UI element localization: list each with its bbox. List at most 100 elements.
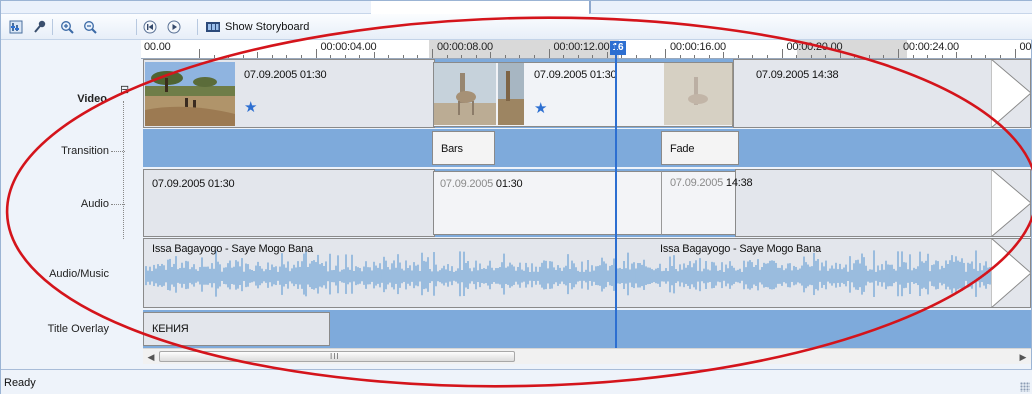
storyboard-icon [206, 22, 220, 32]
timeline-toolbar: Show Storyboard [1, 14, 1032, 40]
ruler-tick [577, 55, 579, 58]
track-end-arrow-icon [991, 169, 1031, 237]
clip-thumbnail [664, 63, 734, 125]
clip-thumbnail [498, 63, 524, 125]
rewind-icon [143, 20, 157, 34]
ruler-tick-label: 00:00:28.00 [1019, 41, 1032, 53]
audio-track[interactable]: 07.09.2005 01:30 07.09.2005 01:30 07.09.… [143, 169, 1031, 237]
audio-music-track[interactable]: Issa Bagayogo - Saye Mogo Bana Issa Baga… [143, 238, 1031, 308]
transition-clip-bars[interactable]: Bars [432, 131, 495, 165]
clip-thumbnail [434, 63, 496, 125]
title-overlay-track[interactable]: КЕНИЯ [143, 310, 1031, 348]
ruler-tick [563, 55, 565, 58]
transition-label: Fade [670, 143, 695, 155]
ruler-tick [315, 49, 317, 58]
transition-clip-fade[interactable]: Fade [661, 131, 739, 165]
scroll-right-icon[interactable]: ▶ [1015, 349, 1031, 365]
top-panel-left [1, 1, 371, 14]
ruler-tick [839, 52, 841, 58]
ruler-tick [402, 55, 404, 58]
narrate-timeline-button[interactable] [31, 18, 49, 36]
time-ruler[interactable]: 00.00 00:00:04.00 00:00:08.00 00:00:12.00 00… [141, 40, 1032, 59]
ruler-tick [548, 49, 550, 58]
ruler-tick [359, 55, 361, 58]
video-clip[interactable]: 07.09.2005 01:30 ★ [143, 59, 435, 128]
music-clip[interactable]: Issa Bagayogo - Saye Mogo Bana Issa Baga… [143, 238, 1031, 308]
ruler-tick [257, 52, 259, 58]
video-track[interactable]: 07.09.2005 01:30 ★ 07.09.2005 01:30 ★ 07… [143, 59, 1031, 128]
audio-clip-date-faint: 07.09.2005 [440, 178, 494, 190]
clip-thumbnail [145, 62, 235, 126]
ruler-tick [432, 49, 433, 58]
status-text: Ready [4, 377, 36, 389]
ruler-tick [635, 55, 637, 58]
ruler-tick [737, 55, 739, 58]
effect-star-icon: ★ [534, 100, 548, 117]
resize-grip-icon[interactable] [1020, 382, 1030, 392]
ruler-tick [825, 55, 827, 58]
ruler-tick-label: 00:00:16.00 [670, 41, 726, 53]
audio-clip[interactable] [735, 169, 1031, 237]
ruler-tick [985, 55, 987, 58]
title-overlay-clip[interactable]: КЕНИЯ [143, 312, 330, 346]
track-label-transition[interactable]: Transition [61, 145, 109, 157]
set-audio-levels-button[interactable] [7, 18, 25, 36]
toolbar-separator [197, 19, 198, 35]
video-clip[interactable]: 07.09.2005 14:38 [733, 59, 1031, 128]
collapse-video-icon[interactable]: ⊟ [120, 85, 129, 96]
ruler-tick [752, 55, 754, 58]
audio-clip[interactable]: 07.09.2005 01:30 [143, 169, 435, 237]
scrollbar-thumb[interactable]: III [159, 351, 515, 362]
ruler-tick [723, 52, 725, 58]
ruler-tick [504, 55, 506, 58]
timeline-horizontal-scrollbar[interactable]: ◀ III ▶ [143, 348, 1031, 364]
tree-line [123, 101, 124, 239]
track-label-title-overlay[interactable]: Title Overlay [48, 323, 109, 335]
ruler-tick [286, 55, 288, 58]
ruler-tick [970, 55, 972, 58]
track-label-audio-music[interactable]: Audio/Music [49, 268, 109, 280]
show-storyboard-button[interactable] [204, 18, 222, 36]
audio-clip-date: 07.09.2005 01:30 [152, 178, 235, 190]
play-timeline-button[interactable] [165, 18, 183, 36]
ruler-tick [519, 55, 521, 58]
track-label-video[interactable]: Video [77, 93, 107, 105]
video-clip[interactable]: 07.09.2005 01:30 ★ [433, 62, 734, 127]
toolbar-separator [52, 19, 53, 35]
playhead-marker[interactable]: 16 [610, 41, 626, 55]
ruler-tick [941, 55, 943, 58]
audio-clip-date: 07.09.2005 14:38 [670, 177, 753, 189]
ruler-tick [490, 52, 492, 58]
track-labels-column: Video ⊟ Transition Audio Audio/Music Tit… [1, 59, 141, 369]
tree-line [111, 151, 125, 152]
playhead-line[interactable] [615, 45, 617, 348]
ruler-tick [650, 55, 652, 58]
zoom-out-button[interactable] [81, 18, 99, 36]
transition-label: Bars [441, 143, 463, 155]
ruler-tick [475, 55, 477, 58]
ruler-tick [810, 55, 812, 58]
toolbar-separator [136, 19, 137, 35]
ruler-tick [344, 55, 346, 58]
ruler-tick [868, 55, 870, 58]
track-label-audio[interactable]: Audio [81, 198, 109, 210]
ruler-tick [796, 55, 798, 58]
scroll-left-icon[interactable]: ◀ [143, 349, 159, 365]
ruler-tick [912, 55, 914, 58]
ruler-tick [883, 55, 885, 58]
play-icon [167, 20, 181, 34]
ruler-tick [199, 49, 200, 58]
ruler-tick [228, 55, 230, 58]
timeline-window: Show Storyboard 00.00 00:00:04.00 00:00:08… [0, 0, 1032, 394]
status-bar: Ready [1, 369, 1032, 394]
ruler-tick [781, 49, 783, 58]
ruler-tick [592, 55, 594, 58]
rewind-timeline-button[interactable] [141, 18, 159, 36]
show-storyboard-label[interactable]: Show Storyboard [225, 21, 309, 33]
zoom-in-button[interactable] [58, 18, 76, 36]
tree-line [111, 204, 125, 205]
zoom-in-icon [61, 21, 74, 34]
transition-track[interactable]: Bars Fade [143, 129, 1031, 167]
ruler-tick-label: 00:00:20.00 [786, 41, 843, 53]
ruler-tick-label: 00:00:24.00 [903, 41, 959, 53]
